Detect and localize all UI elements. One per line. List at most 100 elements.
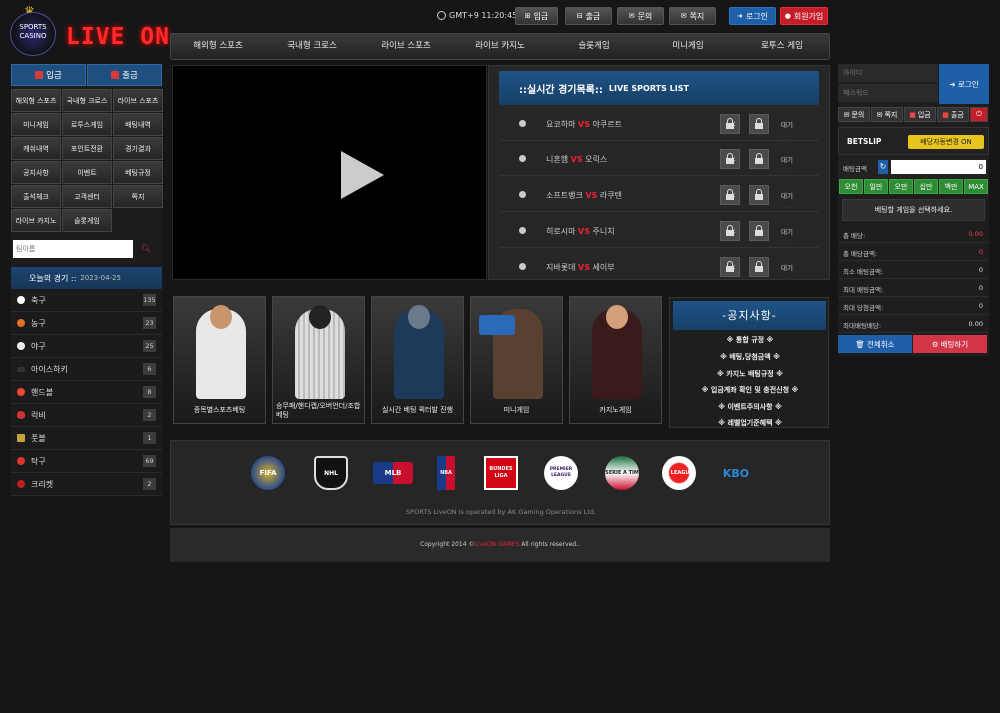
chip-100000[interactable]: 십만 xyxy=(914,179,938,194)
stat-row: 총 배당금액: 0 xyxy=(838,243,989,261)
sidebar-menu-item[interactable]: 배팅내역 xyxy=(113,113,163,136)
notice-item[interactable]: ※ 이벤트주의사항 ※ xyxy=(670,402,830,412)
refresh-icon[interactable]: ↻ xyxy=(878,160,888,174)
sport-item-tabletennis[interactable]: 탁구 69 xyxy=(11,450,162,473)
bet-stats: 총 배당: 0.00 총 배당금액: 0 최소 배팅금액: 0 최대 배팅금액: 0 최… xyxy=(838,225,989,333)
banner-caption: 종목별스포츠베팅 xyxy=(193,406,246,414)
play-icon[interactable] xyxy=(341,151,384,199)
sidebar-menu-item[interactable]: 공지사항 xyxy=(11,161,61,184)
amount-chips: 오천 일만 오만 십만 백만 MAX xyxy=(839,179,988,194)
partner-logos: FIFA NHL MLB NBA BUNDES LIGA PREMIER LEA… xyxy=(170,440,830,525)
sidebar-menu-item[interactable]: 미니게임 xyxy=(11,113,61,136)
header-withdraw-button[interactable]: ⊟ 출금 xyxy=(565,7,612,25)
banner-handicap-betting[interactable]: 승무패/핸디캡/오버언더/조합베팅 xyxy=(272,296,365,424)
panel-inquiry-button[interactable]: ✉ 문의 xyxy=(838,107,870,122)
place-bet-button[interactable]: ⚙ 배팅하기 xyxy=(913,335,987,353)
live-game-row[interactable]: 히로시마 VS 주니치 : 대기 xyxy=(499,214,819,248)
sidebar-menu-item[interactable]: 포인트전환 xyxy=(62,137,112,160)
baseball-icon xyxy=(519,191,526,198)
notice-item[interactable]: ※ 레벨업기준혜택 ※ xyxy=(670,418,830,428)
sport-item-football[interactable]: 풋볼 1 xyxy=(11,427,162,450)
header-login-button[interactable]: ➜ 로그인 xyxy=(729,7,776,25)
sport-item-soccer[interactable]: 축구 135 xyxy=(11,289,162,312)
sport-item-rugby[interactable]: 럭비 2 xyxy=(11,404,162,427)
sport-item-basketball[interactable]: 농구 23 xyxy=(11,312,162,335)
banner-casino-game[interactable]: 카지노게임 xyxy=(569,296,662,424)
site-logo[interactable]: ♛ SPORTS CASINO LIVE ON xyxy=(10,4,170,58)
banner-live-betting[interactable]: 실시간 베팅 퀵터발 진행 xyxy=(371,296,464,424)
panel-deposit-button[interactable]: ■ 입금 xyxy=(904,107,936,122)
sidebar-menu-item[interactable]: 경기결과 xyxy=(113,137,163,160)
sport-item-cricket[interactable]: 크리켓 2 xyxy=(11,473,162,496)
live-game-row[interactable]: 니혼햄 VS 오릭스 : 대기 xyxy=(499,142,819,176)
tool-label: 쪽지 xyxy=(884,110,898,119)
sidebar-menu-item[interactable]: 국내형 크로스 xyxy=(62,89,112,112)
sport-item-baseball[interactable]: 야구 25 xyxy=(11,335,162,358)
rights-text: All rights reserved.. xyxy=(519,541,580,548)
nav-item-slot-game[interactable]: 슬롯게임 xyxy=(547,34,641,59)
notice-item[interactable]: ※ 배팅,당첨금액 ※ xyxy=(670,352,830,362)
panel-message-button[interactable]: ✉ 쪽지 xyxy=(871,107,903,122)
nav-item-domestic-cross[interactable]: 국내형 크로스 xyxy=(265,34,359,59)
password-input[interactable] xyxy=(838,84,938,102)
sidebar-menu-item[interactable]: 고객센터 xyxy=(62,185,112,208)
panel-withdraw-button[interactable]: ■ 출금 xyxy=(937,107,969,122)
sidebar-menu-item[interactable]: 이벤트 xyxy=(62,161,112,184)
chip-10000[interactable]: 일만 xyxy=(864,179,888,194)
sport-item-icehockey[interactable]: 아이스하키 6 xyxy=(11,358,162,381)
live-game-row[interactable]: 소프트뱅크 VS 라쿠텐 : 대기 xyxy=(499,178,819,212)
stat-key: 최소 배팅금액: xyxy=(843,268,884,276)
sidebar-menu-item[interactable]: 라이브 카지노 xyxy=(11,209,61,232)
stat-key: 최대 배팅금액: xyxy=(843,286,884,294)
header-message-button[interactable]: ✉ 쪽지 xyxy=(669,7,716,25)
main-nav: 해외형 스포츠 국내형 크로스 라이브 스포츠 라이브 카지노 슬롯게임 미니게… xyxy=(170,33,830,60)
sidebar-withdraw-button[interactable]: 출금 xyxy=(87,64,162,86)
sidebar-menu-item[interactable]: 베팅규정 xyxy=(113,161,163,184)
power-icon[interactable]: ⏻ xyxy=(970,107,988,122)
notice-item[interactable]: ※ 입금계좌 확인 및 충전신청 ※ xyxy=(670,385,830,395)
nav-item-overseas-sports[interactable]: 해외형 스포츠 xyxy=(171,34,265,59)
sport-item-handball[interactable]: 핸드볼 8 xyxy=(11,381,162,404)
game-status: 대기 xyxy=(781,262,793,280)
chip-5000[interactable]: 오천 xyxy=(839,179,863,194)
nav-item-live-sports[interactable]: 라이브 스포츠 xyxy=(359,34,453,59)
banner-sports-betting[interactable]: 종목별스포츠베팅 xyxy=(173,296,266,424)
withdraw-icon xyxy=(111,71,120,79)
sidebar-menu-item[interactable]: 라이브 스포츠 xyxy=(113,89,163,112)
search-icon[interactable]: 🔍︎ xyxy=(141,244,151,253)
header-signup-button[interactable]: ● 회원가입 xyxy=(780,7,828,25)
panel-login-button[interactable]: ➜ 로그인 xyxy=(939,64,989,104)
live-game-row[interactable]: 지바롯데 VS 세이부 : 대기 xyxy=(499,250,819,280)
header-inquiry-button[interactable]: ✉ 문의 xyxy=(617,7,664,25)
live-game-row[interactable]: 요코하마 VS 야쿠르트 : 대기 xyxy=(499,107,819,141)
video-player[interactable] xyxy=(172,65,487,280)
lock-icon xyxy=(749,114,769,134)
cancel-all-button[interactable]: 🗑︎ 전체취소 xyxy=(838,335,912,353)
sidebar-menu-item[interactable]: 출석체크 xyxy=(11,185,61,208)
sidebar-menu-item[interactable]: 슬롯게임 xyxy=(62,209,112,232)
nav-item-lotus-game[interactable]: 로투스 게임 xyxy=(735,34,829,59)
nav-item-mini-game[interactable]: 미니게임 xyxy=(641,34,735,59)
user-icon: ● xyxy=(784,12,791,20)
betslip-header: BETSLIP 배당자동변경 ON xyxy=(838,127,989,155)
team-search-input[interactable] xyxy=(13,239,133,258)
sidebar-deposit-button[interactable]: 입금 xyxy=(11,64,86,86)
chip-max[interactable]: MAX xyxy=(964,179,988,194)
notice-item[interactable]: ※ 통합 규정 ※ xyxy=(670,335,830,345)
header-deposit-button[interactable]: ⊞ 입금 xyxy=(515,7,558,25)
sidebar-menu-item[interactable]: 해외형 스포츠 xyxy=(11,89,61,112)
sidebar-menu-item[interactable]: 쪽지 xyxy=(113,185,163,208)
nba-logo: NBA xyxy=(437,456,455,490)
sidebar-menu-item[interactable]: 캐쉬내역 xyxy=(11,137,61,160)
nav-item-live-casino[interactable]: 라이브 카지노 xyxy=(453,34,547,59)
bet-amount-input[interactable] xyxy=(891,160,986,174)
notice-item[interactable]: ※ 카지노 배팅규정 ※ xyxy=(670,369,830,379)
banner-mini-game[interactable]: 미니게임 xyxy=(470,296,563,424)
auto-odds-toggle[interactable]: 배당자동변경 ON xyxy=(908,135,984,149)
sidebar-menu-item[interactable]: 로투스게임 xyxy=(62,113,112,136)
chip-50000[interactable]: 오만 xyxy=(889,179,913,194)
user-id-input[interactable] xyxy=(838,64,938,82)
chip-1000000[interactable]: 백만 xyxy=(939,179,963,194)
tool-label: 출금 xyxy=(950,110,964,119)
lock-icon xyxy=(720,149,740,169)
